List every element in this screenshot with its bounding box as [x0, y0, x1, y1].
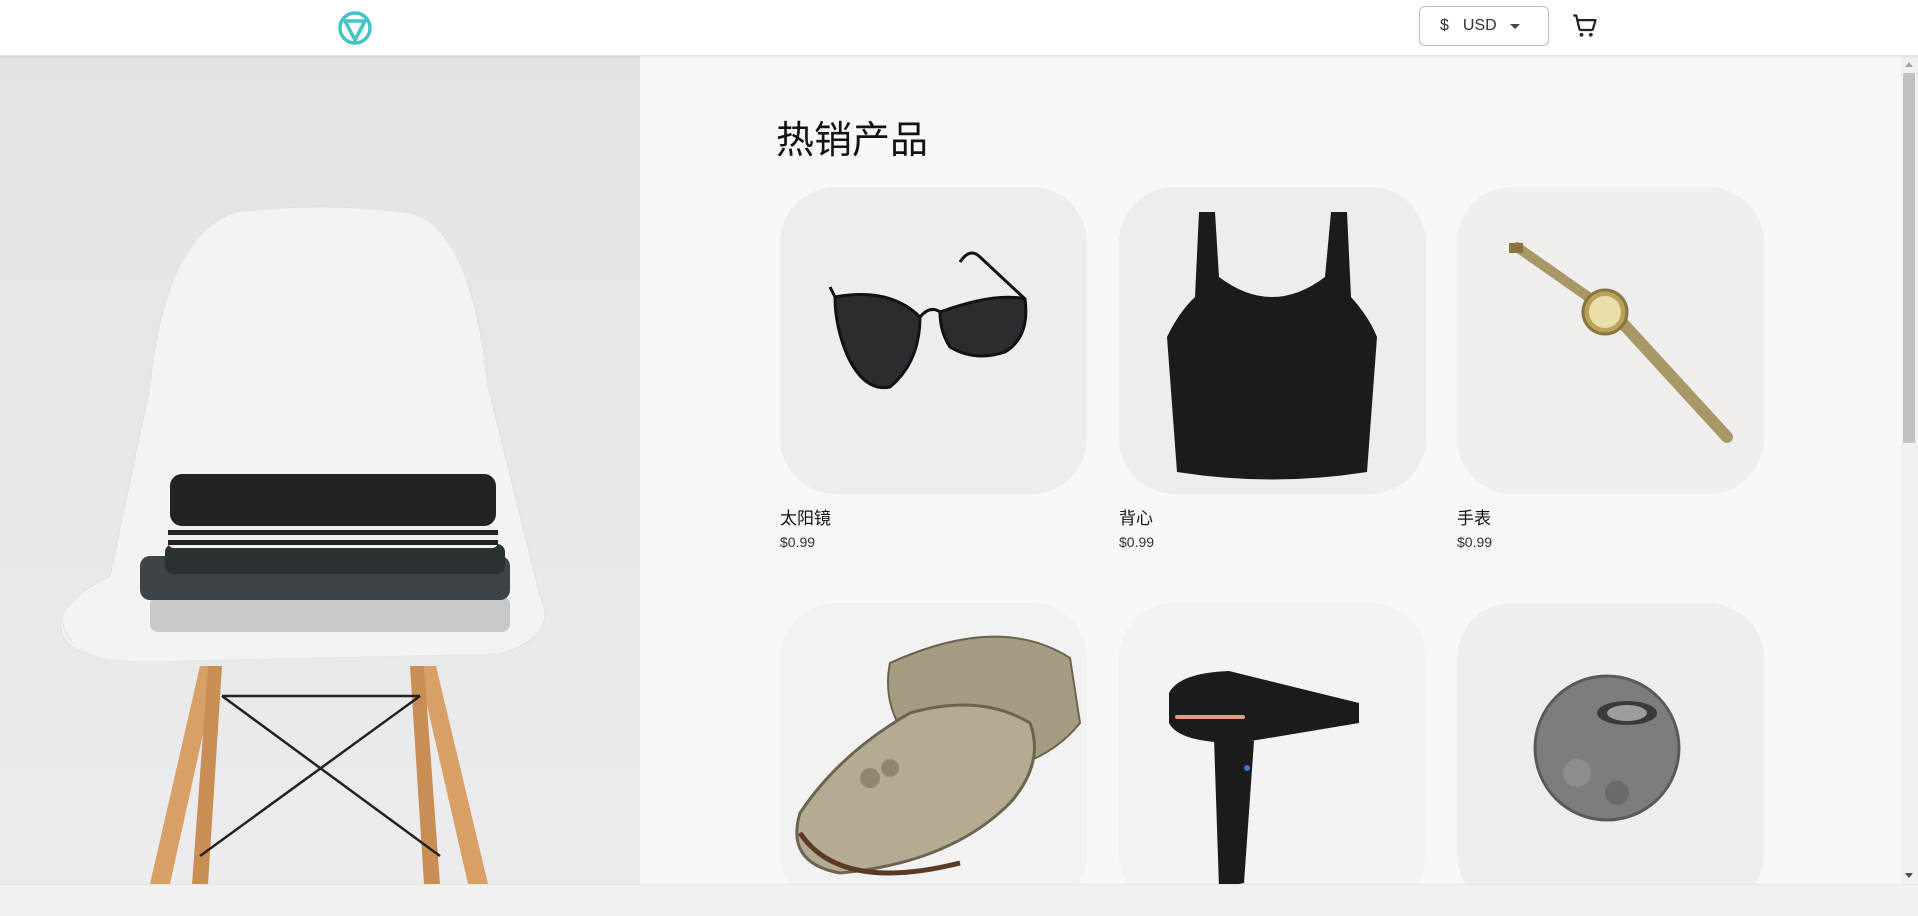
- product-image-candle-holder[interactable]: [1457, 603, 1764, 910]
- hero-image: [0, 56, 640, 884]
- currency-code: USD: [1462, 17, 1497, 34]
- product-card-sunglasses[interactable]: 太阳镜 $0.99: [780, 187, 1087, 550]
- product-image-loafers[interactable]: [780, 603, 1087, 910]
- scroll-up-arrow-icon[interactable]: [1905, 62, 1913, 67]
- product-card-hairdryer[interactable]: [1119, 603, 1426, 916]
- product-price: $0.99: [1457, 534, 1493, 550]
- vertical-scrollbar[interactable]: [1901, 56, 1918, 884]
- currency-symbol: $: [1440, 17, 1449, 34]
- product-image-tank-top[interactable]: [1119, 187, 1426, 494]
- bottom-bar: [0, 884, 1918, 916]
- header: $ USD: [0, 0, 1918, 56]
- store-logo-icon[interactable]: [337, 10, 373, 46]
- section-title: 热销产品: [776, 120, 929, 162]
- shopping-cart-icon[interactable]: [1571, 12, 1599, 40]
- product-name[interactable]: 手表: [1457, 504, 1764, 529]
- scrollbar-thumb[interactable]: [1903, 73, 1915, 443]
- product-card-candle-holder[interactable]: [1457, 603, 1764, 916]
- product-price: $0.99: [1119, 534, 1155, 550]
- main-content: 热销产品 太阳镜 $0.99 背心 $0.99 手表 $0.99: [0, 56, 1918, 910]
- product-image-hairdryer[interactable]: [1119, 603, 1426, 910]
- product-image-sunglasses[interactable]: [780, 187, 1087, 494]
- currency-selector[interactable]: $ USD: [1419, 6, 1549, 46]
- product-price: $0.99: [780, 534, 816, 550]
- product-card-loafers[interactable]: [780, 603, 1087, 916]
- product-card-tank-top[interactable]: 背心 $0.99: [1119, 187, 1426, 550]
- product-card-watch[interactable]: 手表 $0.99: [1457, 187, 1764, 550]
- product-name[interactable]: 太阳镜: [780, 504, 1087, 529]
- chevron-down-icon: [1510, 24, 1520, 29]
- product-image-watch[interactable]: [1457, 187, 1764, 494]
- product-name[interactable]: 背心: [1119, 504, 1426, 529]
- scroll-down-arrow-icon[interactable]: [1905, 873, 1913, 878]
